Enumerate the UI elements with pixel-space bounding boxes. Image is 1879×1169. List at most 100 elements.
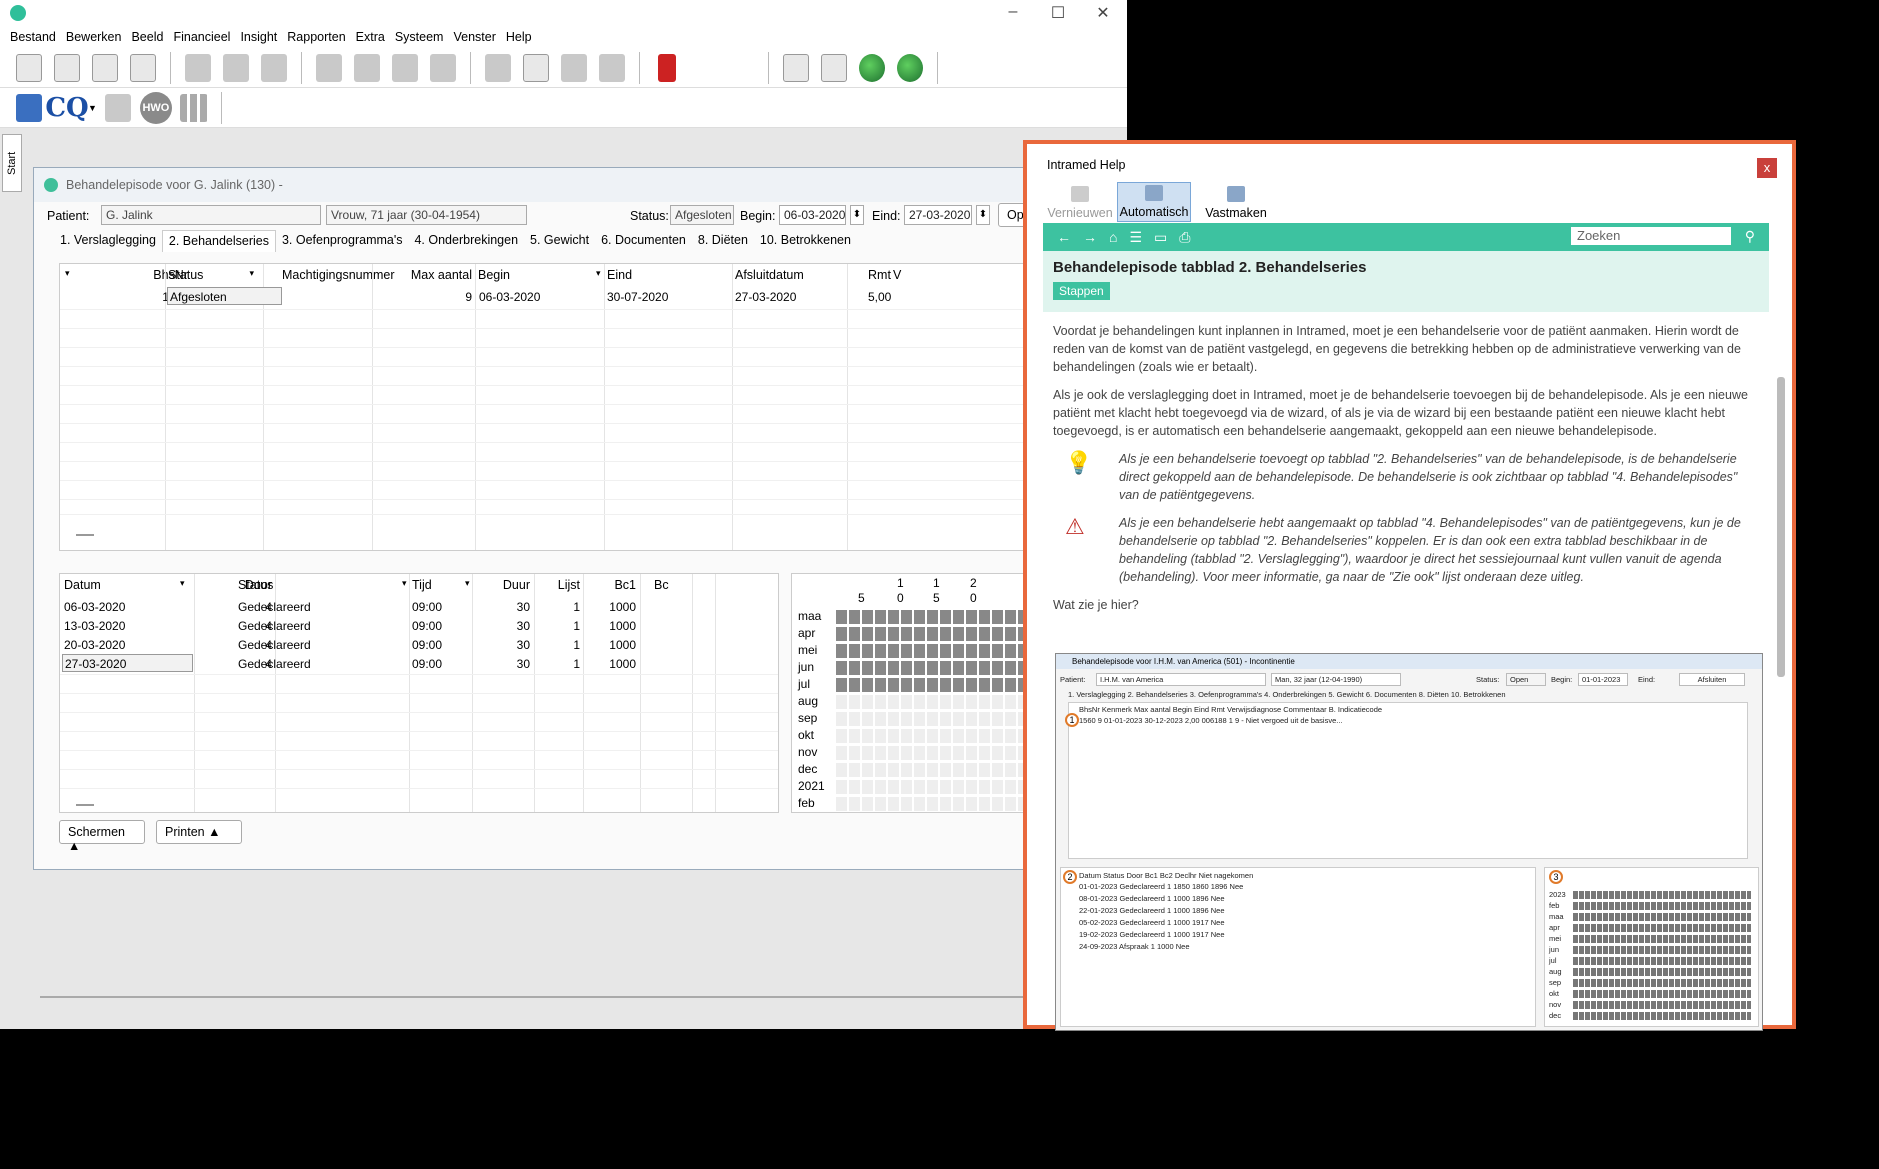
sort-button[interactable] [257, 51, 291, 85]
cell-status[interactable]: Afgesloten [167, 287, 282, 305]
menu-bestand[interactable]: Bestand [5, 30, 61, 44]
cq-button[interactable]: CQ [45, 91, 88, 125]
col-status[interactable]: Status [238, 578, 273, 598]
globe-download-button[interactable] [893, 51, 927, 85]
col-duur[interactable]: Duur [475, 578, 530, 598]
delete-document-button[interactable] [126, 51, 160, 85]
sort-icon[interactable]: ▾ [596, 268, 601, 288]
filter-icon[interactable]: ▾ [65, 268, 70, 288]
print-icon[interactable]: ⎙ [1179, 229, 1190, 246]
chevron-down-icon[interactable]: ▼ [88, 103, 97, 113]
vastmaken-button[interactable]: Vastmaken [1191, 182, 1281, 222]
comment-icon[interactable]: ▭ [1154, 229, 1167, 246]
printen-button[interactable]: Printen ▲ [156, 820, 242, 844]
col-max-aantal[interactable]: Max aantal [390, 268, 472, 288]
sort-icon[interactable]: ▾ [402, 578, 407, 598]
help-search-input[interactable]: Zoeken [1571, 227, 1731, 245]
previous-record-button[interactable] [350, 51, 384, 85]
end-date-field[interactable]: 27-03-2020 [904, 205, 972, 225]
paste-button[interactable] [557, 51, 591, 85]
tab-oefenprogrammas[interactable]: 3. Oefenprogramma's [276, 230, 409, 252]
menu-help[interactable]: Help [501, 30, 537, 44]
tab-betrokkenen[interactable]: 10. Betrokkenen [754, 230, 857, 252]
first-record-button[interactable] [312, 51, 346, 85]
checklist-button[interactable] [779, 51, 813, 85]
cut-button[interactable] [481, 51, 515, 85]
col-v[interactable]: V [893, 268, 901, 288]
menu-financieel[interactable]: Financieel [168, 30, 235, 44]
schermen-button[interactable]: Schermen ▲ [59, 820, 145, 853]
last-record-button[interactable] [426, 51, 460, 85]
col-machtigingsnummer[interactable]: Machtigingsnummer [282, 268, 395, 288]
add-item-button[interactable] [817, 51, 851, 85]
sidebar-tab-start[interactable]: Start [2, 134, 22, 192]
filter-icon[interactable]: ▾ [180, 578, 185, 598]
tab-documenten[interactable]: 6. Documenten [595, 230, 692, 252]
col-bc1[interactable]: Bc1 [588, 578, 636, 598]
cell-datum[interactable]: 27-03-2020 [62, 654, 193, 672]
begin-date-picker-button[interactable]: ⬍ [850, 205, 864, 225]
copy-document-button[interactable] [88, 51, 122, 85]
forward-arrow-icon[interactable]: → [1083, 229, 1097, 245]
home-icon[interactable]: ⌂ [1109, 229, 1117, 245]
help-book-button[interactable] [650, 51, 684, 85]
end-date-picker-button[interactable]: ⬍ [976, 205, 990, 225]
close-icon[interactable]: ✕ [1093, 3, 1113, 23]
tab-onderbrekingen[interactable]: 4. Onderbrekingen [408, 230, 524, 252]
row-divider [60, 366, 1123, 367]
new-document-button[interactable] [12, 51, 46, 85]
hwo-button[interactable]: HWO [139, 91, 173, 125]
tools-button[interactable] [101, 91, 135, 125]
stappen-badge[interactable]: Stappen [1053, 282, 1110, 300]
minimize-icon[interactable]: – [1003, 3, 1023, 21]
col-eind[interactable]: Eind [607, 268, 632, 288]
calendar-month-label: dec [798, 762, 818, 776]
menu-insight[interactable]: Insight [235, 30, 282, 44]
begin-date-field[interactable]: 06-03-2020 [779, 205, 846, 225]
monitor-button[interactable] [12, 91, 46, 125]
col-bc[interactable]: Bc [654, 578, 669, 598]
tab-verslaglegging[interactable]: 1. Verslaglegging [54, 230, 162, 252]
splitter-grip[interactable] [76, 534, 94, 536]
menu-venster[interactable]: Venster [448, 30, 500, 44]
col-status[interactable]: Status [168, 268, 203, 288]
title-bar: – ☐ ✕ [0, 0, 1127, 26]
col-begin[interactable]: Begin [478, 268, 510, 288]
lightbulb-icon: 💡 [1065, 450, 1093, 475]
search-icon[interactable]: ⚲ [1745, 228, 1755, 245]
col-tijd[interactable]: Tijd [412, 578, 432, 598]
row-divider [60, 499, 1123, 500]
automatisch-button[interactable]: Automatisch [1117, 182, 1191, 222]
copy-button[interactable] [519, 51, 553, 85]
help-close-button[interactable]: x [1757, 158, 1777, 178]
menu-extra[interactable]: Extra [351, 30, 390, 44]
col-afsluitdatum[interactable]: Afsluitdatum [735, 268, 804, 288]
maximize-icon[interactable]: ☐ [1048, 3, 1068, 23]
col-rmt[interactable]: Rmt [868, 268, 891, 288]
col-lijst[interactable]: Lijst [538, 578, 580, 598]
vernieuwen-button[interactable]: Vernieuwen [1043, 182, 1117, 222]
menu-bewerken[interactable]: Bewerken [61, 30, 127, 44]
filter-icon[interactable]: ▾ [465, 578, 470, 598]
undo-button[interactable] [595, 51, 629, 85]
calendar-tick-label: 0 [970, 591, 977, 605]
splitter-grip[interactable] [76, 804, 94, 806]
next-record-button[interactable] [388, 51, 422, 85]
menu-systeem[interactable]: Systeem [390, 30, 449, 44]
tab-gewicht[interactable]: 5. Gewicht [524, 230, 595, 252]
col-datum[interactable]: Datum [64, 578, 101, 598]
apps-grid-button[interactable] [177, 91, 211, 125]
contents-icon[interactable]: ☰ [1129, 229, 1142, 246]
menu-rapporten[interactable]: Rapporten [282, 30, 350, 44]
tab-dieten[interactable]: 8. Diëten [692, 230, 754, 252]
scrollbar-thumb[interactable] [1777, 377, 1785, 677]
horizontal-scrollbar[interactable] [40, 996, 1040, 998]
search-button[interactable] [181, 51, 215, 85]
back-arrow-icon[interactable]: ← [1057, 229, 1071, 245]
menu-beeld[interactable]: Beeld [126, 30, 168, 44]
tab-behandelseries[interactable]: 2. Behandelseries [161, 230, 276, 252]
globe-button[interactable] [855, 51, 889, 85]
help-scrollbar[interactable] [1776, 363, 1786, 1169]
filter-button[interactable] [219, 51, 253, 85]
edit-document-button[interactable] [50, 51, 84, 85]
